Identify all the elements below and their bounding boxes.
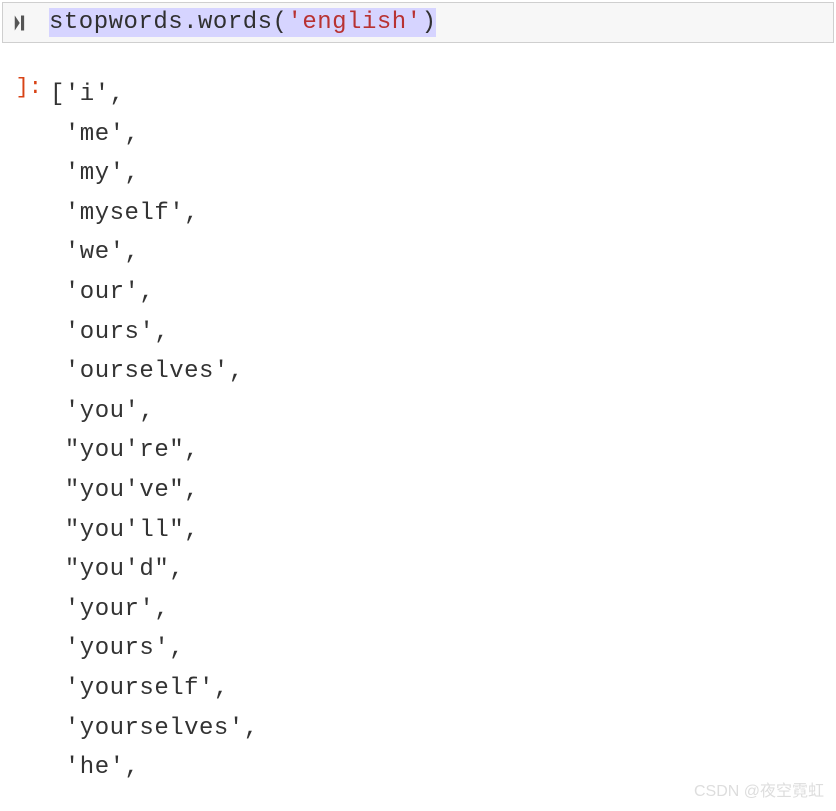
code-string: 'english'	[287, 9, 421, 36]
output-area: ]: ['i', 'me', 'my', 'myself', 'we', 'ou…	[0, 43, 836, 788]
code-prefix: stopwords.words(	[49, 9, 287, 36]
watermark: CSDN @夜空霓虹	[694, 777, 824, 801]
output-prompt: ]:	[0, 75, 50, 788]
output-content: ['i', 'me', 'my', 'myself', 'we', 'our',…	[50, 75, 259, 788]
input-cell[interactable]: stopwords.words('english')	[2, 2, 834, 43]
run-icon[interactable]	[11, 13, 31, 33]
code-suffix: )	[422, 9, 437, 36]
code-input[interactable]: stopwords.words('english')	[49, 9, 436, 36]
